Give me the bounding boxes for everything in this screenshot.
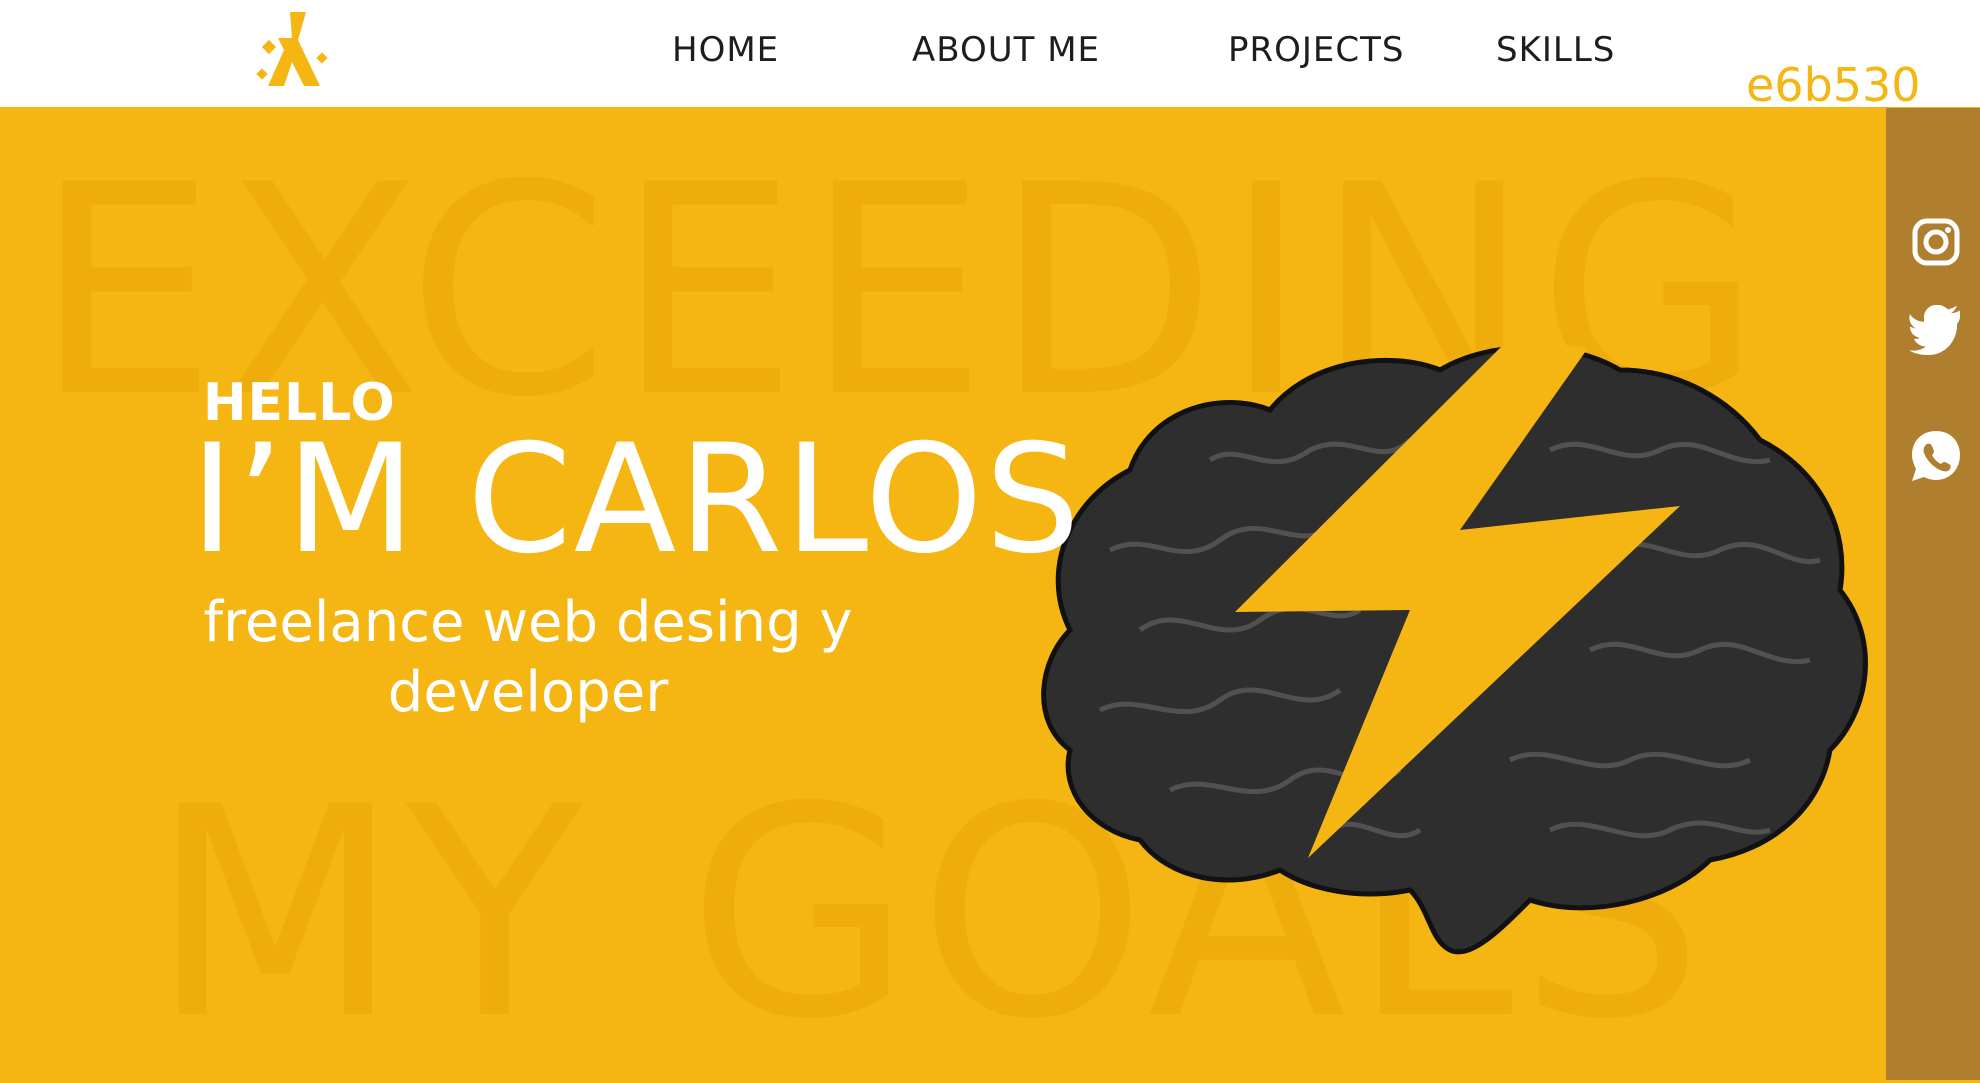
color-code-label: e6b530: [1746, 58, 1921, 112]
whatsapp-icon[interactable]: [1908, 428, 1964, 484]
twitter-icon[interactable]: [1908, 305, 1964, 361]
instagram-icon[interactable]: [1908, 214, 1964, 270]
hero-subtitle-line-2: developer: [387, 660, 669, 725]
hero-subtitle: freelance web desing y developer: [178, 588, 878, 728]
brain-illustration: [1041, 340, 1868, 955]
nav-skills[interactable]: SKILLS: [1496, 30, 1615, 70]
logo-icon[interactable]: [254, 10, 332, 98]
nav-about-me[interactable]: ABOUT ME: [912, 30, 1100, 70]
nav-home[interactable]: HOME: [672, 30, 779, 70]
nav-projects[interactable]: PROJECTS: [1228, 30, 1405, 70]
hero-name: I’M CARLOS: [190, 413, 1083, 587]
site-header: HOME ABOUT ME PROJECTS SKILLS e6b530: [0, 0, 1980, 112]
hero-subtitle-line-1: freelance web desing y: [203, 590, 853, 655]
